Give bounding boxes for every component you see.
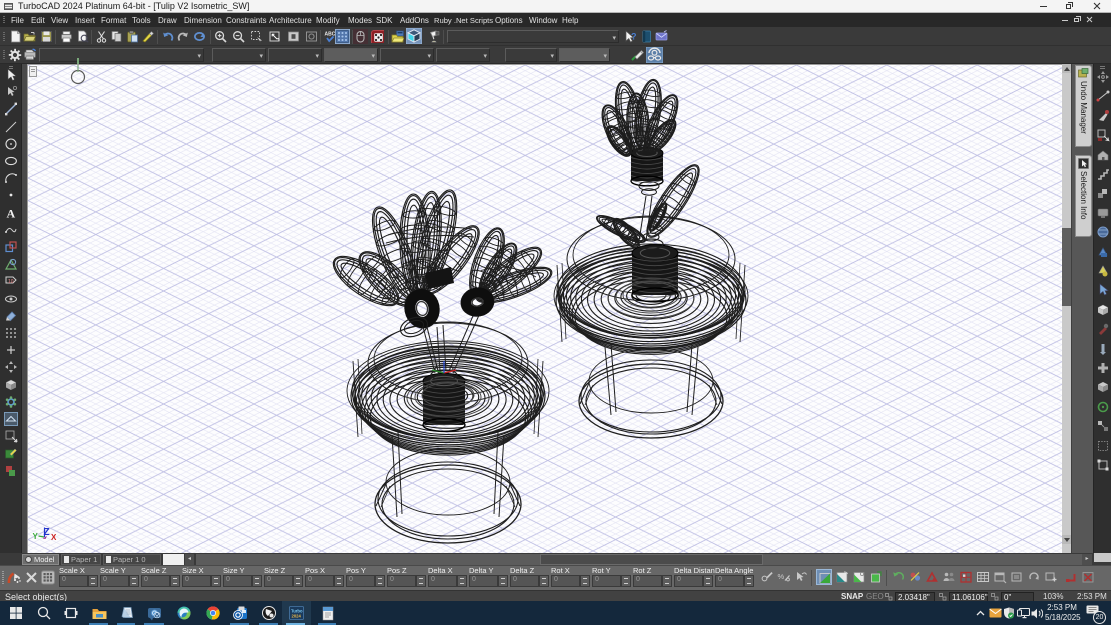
svg-text:Y: Y	[33, 532, 39, 541]
svg-text:2024: 2024	[292, 614, 302, 619]
svg-text:?: ?	[631, 32, 637, 42]
svg-text:X: X	[51, 533, 57, 542]
svg-text:%: %	[778, 572, 785, 581]
svg-text:10: 10	[8, 279, 14, 285]
svg-text:A: A	[7, 206, 16, 220]
